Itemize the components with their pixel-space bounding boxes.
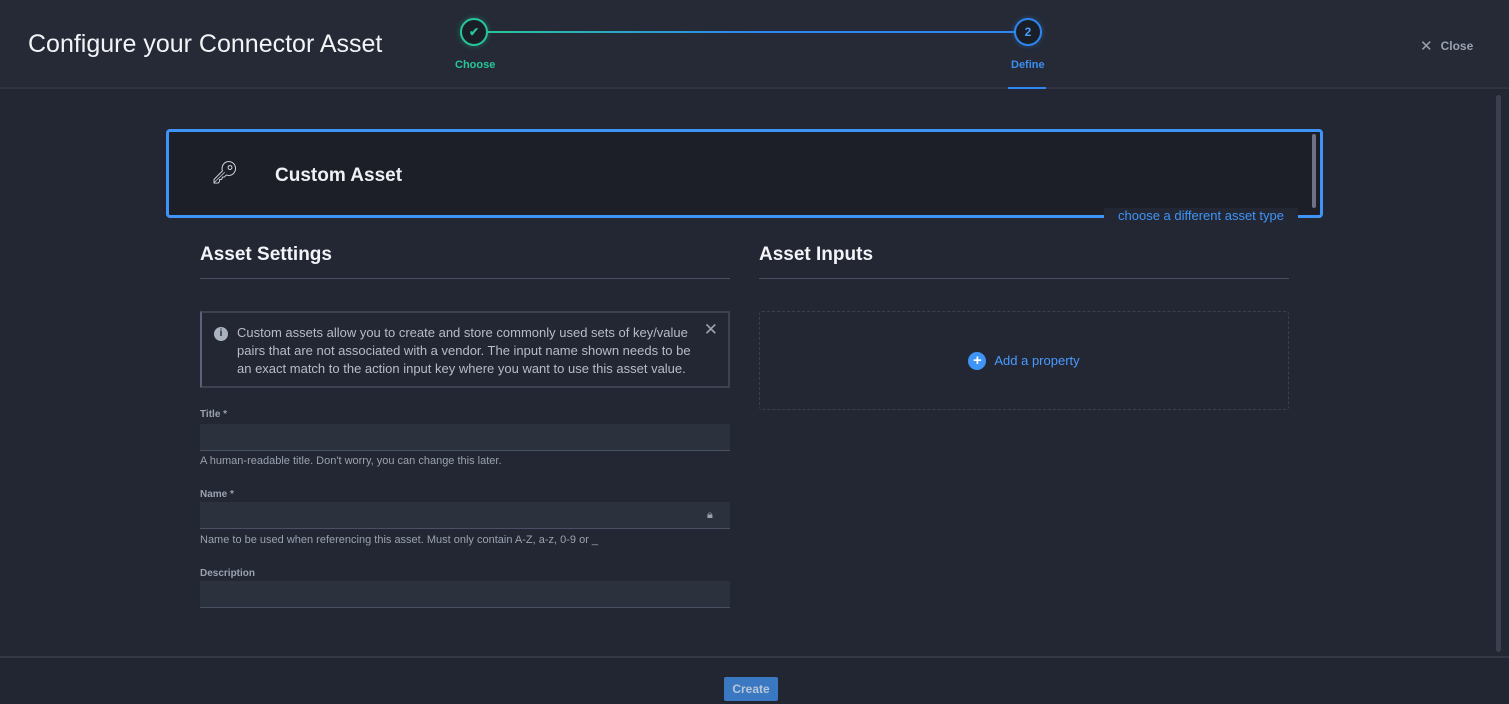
- card-scrollbar[interactable]: [1312, 134, 1316, 208]
- name-help: Name to be used when referencing this as…: [200, 534, 599, 546]
- asset-inputs-heading: Asset Inputs: [759, 244, 874, 265]
- name-input[interactable]: [200, 502, 730, 529]
- info-banner: i Custom assets allow you to create and …: [200, 311, 730, 388]
- step-define-number[interactable]: 2: [1014, 18, 1042, 46]
- close-label: Close: [1440, 39, 1474, 53]
- title-label: Title *: [200, 409, 228, 420]
- stepper-line: [488, 31, 1014, 33]
- plus-icon: +: [968, 351, 987, 370]
- add-property-button[interactable]: + Add a property: [759, 311, 1289, 410]
- key-icon: 🔑︎: [211, 160, 239, 185]
- title-help: A human-readable title. Don't worry, you…: [200, 455, 502, 467]
- header: Configure your Connector Asset ✔ 2 Choos…: [0, 0, 1509, 89]
- step-choose-label[interactable]: Choose: [455, 59, 495, 71]
- divider: [200, 278, 730, 279]
- lock-icon[interactable]: 🔒︎: [707, 509, 713, 522]
- description-input[interactable]: [200, 581, 730, 608]
- info-text: Custom assets allow you to create and st…: [237, 325, 691, 376]
- close-icon: ✕: [1420, 38, 1433, 55]
- asset-type-card: 🔑︎ Custom Asset: [166, 129, 1323, 218]
- create-button[interactable]: Create: [724, 677, 778, 701]
- step-define-label[interactable]: Define: [1011, 59, 1045, 71]
- description-label: Description: [200, 568, 256, 579]
- add-property-label: Add a property: [994, 353, 1080, 368]
- close-button[interactable]: ✕ Close: [1420, 37, 1473, 55]
- name-label: Name *: [200, 489, 234, 500]
- active-step-indicator: [1008, 87, 1046, 89]
- step-choose-check-icon[interactable]: ✔: [460, 18, 488, 46]
- title-input[interactable]: [200, 424, 730, 451]
- scrollbar[interactable]: [1496, 95, 1501, 652]
- dismiss-close-icon[interactable]: ✕: [704, 321, 718, 339]
- choose-different-asset-link[interactable]: choose a different asset type: [1104, 208, 1298, 223]
- divider: [759, 278, 1289, 279]
- info-icon: i: [214, 327, 228, 341]
- page-title: Configure your Connector Asset: [28, 30, 383, 58]
- asset-settings-heading: Asset Settings: [200, 244, 332, 265]
- asset-type-name: Custom Asset: [275, 165, 403, 186]
